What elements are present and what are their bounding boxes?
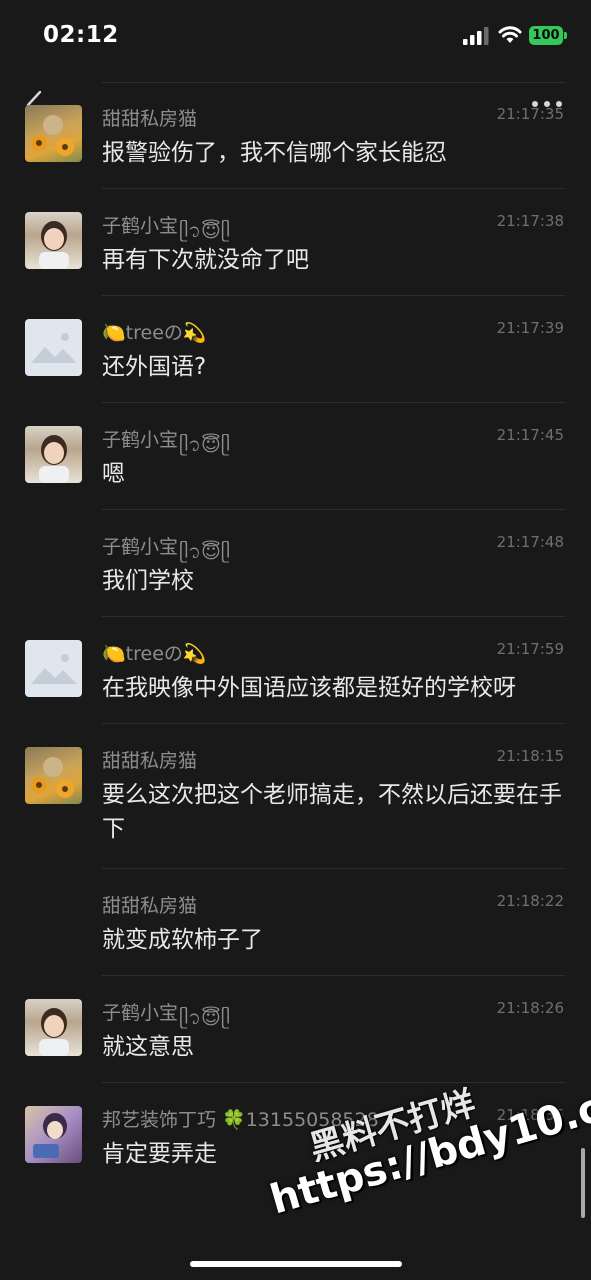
chat-message[interactable]: 🍋treeの💫 21:17:39 还外国语? <box>0 296 591 403</box>
message-text: 嗯 <box>102 461 125 487</box>
battery-indicator: 100 <box>529 26 563 45</box>
avatar[interactable] <box>25 212 82 269</box>
name-suffix: の💫 <box>163 643 207 665</box>
message-text: 在我映像中外国语应该都是挺好的学校呀 <box>102 675 516 701</box>
sender-name-text: 邦艺装饰丁巧 <box>102 1109 217 1131</box>
avatar[interactable] <box>25 105 82 162</box>
sender-name: 甜甜私房猫 <box>102 750 198 772</box>
name-suffix: の💫 <box>163 322 207 344</box>
sender-name-text: 子鹤小宝 <box>102 1002 179 1024</box>
message-time: 21:18:22 <box>496 892 564 910</box>
avatar-image <box>39 221 69 269</box>
chat-message[interactable]: 甜甜私房猫 21:17:35 报警验伤了，我不信哪个家长能忍 <box>0 82 591 189</box>
sender-name-text: 子鹤小宝 <box>102 215 179 237</box>
chat-message[interactable]: 🍋treeの💫 21:17:59 在我映像中外国语应该都是挺好的学校呀 <box>0 617 591 724</box>
message-text: 报警验伤了，我不信哪个家长能忍 <box>102 140 447 166</box>
avatar[interactable] <box>25 747 82 804</box>
message-time: 21:18:15 <box>496 747 564 765</box>
name-prefix-emoji: 🍋 <box>102 322 126 344</box>
message-text: 就变成软柿子了 <box>102 927 263 953</box>
name-prefix-emoji: 🍋 <box>102 643 126 665</box>
sender-name: 🍋treeの💫 <box>102 318 207 345</box>
avatar[interactable] <box>25 999 82 1056</box>
chat-message[interactable]: 甜甜私房猫 21:18:15 要么这次把这个老师搞走，不然以后还要在手下 <box>0 724 591 869</box>
avatar-image <box>39 435 69 483</box>
message-time: 21:18:26 <box>496 999 564 1017</box>
sender-name-text: tree <box>125 322 164 344</box>
avatar-image <box>31 115 74 156</box>
status-bar: 02:12 100 <box>0 0 591 74</box>
sender-name: 🍋treeの💫 <box>102 639 207 666</box>
chat-message[interactable]: 甜甜私房猫 21:18:22 就变成软柿子了 <box>0 869 591 976</box>
avatar[interactable] <box>25 1106 82 1163</box>
wifi-icon <box>498 26 522 43</box>
chat-message[interactable]: 子鹤小宝ᥫ᭡😇ᥫ 21:17:45 嗯 <box>0 403 591 510</box>
message-time: 21:17:59 <box>496 640 564 658</box>
sender-name: 甜甜私房猫 <box>102 895 198 917</box>
home-indicator[interactable] <box>190 1261 402 1267</box>
avatar-image <box>39 1008 69 1056</box>
message-text: 再有下次就没命了吧 <box>102 247 309 273</box>
message-text: 我们学校 <box>102 568 194 594</box>
message-text: 还外国语? <box>102 354 207 380</box>
message-time: 21:17:35 <box>496 105 564 123</box>
message-time: 21:17:38 <box>496 212 564 230</box>
sender-name: 甜甜私房猫 <box>102 108 198 130</box>
message-time: 21:17:39 <box>496 319 564 337</box>
message-text: 要么这次把这个老师搞走，不然以后还要在手下 <box>102 782 562 842</box>
sender-name-text: 子鹤小宝 <box>102 429 179 451</box>
avatar-image <box>31 757 74 798</box>
status-time: 02:12 <box>43 22 119 48</box>
message-time: 21:17:48 <box>496 533 564 551</box>
chat-message[interactable]: 子鹤小宝ᥫ᭡😇ᥫ 21:17:48 我们学校 <box>0 510 591 617</box>
avatar[interactable] <box>25 426 82 483</box>
image-placeholder-icon <box>31 654 77 684</box>
chat-history-list[interactable]: 甜甜私房猫 21:17:35 报警验伤了，我不信哪个家长能忍 子鹤小宝ᥫ᭡😇ᥫ … <box>0 82 591 1190</box>
avatar-placeholder[interactable] <box>25 640 82 697</box>
chat-message[interactable]: 子鹤小宝ᥫ᭡😇ᥫ 21:17:38 再有下次就没命了吧 <box>0 189 591 296</box>
sender-name-text: tree <box>125 643 164 665</box>
signal-icon <box>463 27 489 45</box>
image-placeholder-icon <box>31 333 77 363</box>
battery-nub <box>564 32 567 39</box>
sender-name-text: 子鹤小宝 <box>102 536 179 558</box>
avatar-placeholder[interactable] <box>25 319 82 376</box>
message-time: 21:17:45 <box>496 426 564 444</box>
avatar-image <box>33 1113 67 1158</box>
battery-level: 100 <box>532 28 560 43</box>
scrollbar[interactable] <box>581 1148 585 1218</box>
